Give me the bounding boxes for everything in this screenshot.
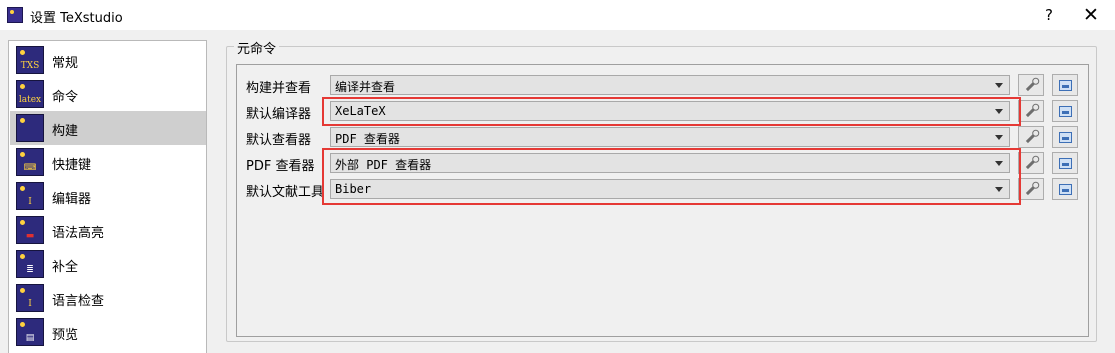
save-icon	[1059, 184, 1072, 195]
sidebar-item-label: 编辑器	[52, 192, 92, 207]
sidebar-item-label: 常规	[52, 56, 79, 71]
build-icon	[16, 114, 44, 142]
chevron-down-icon	[995, 83, 1003, 88]
sidebar-item-editor[interactable]: I 编辑器	[10, 179, 206, 213]
chevron-down-icon	[995, 161, 1003, 166]
default-bibliography-tool-select[interactable]: Biber	[330, 179, 1010, 199]
txs-icon: TXS	[16, 46, 44, 74]
language-check-icon: I	[16, 284, 44, 312]
save-icon	[1059, 106, 1072, 117]
wrench-icon	[1025, 105, 1038, 118]
sidebar-item-shortcuts[interactable]: ⌨ 快捷键	[10, 145, 206, 179]
sidebar-item-label: 语法高亮	[52, 226, 105, 241]
chevron-down-icon	[995, 187, 1003, 192]
save-pdf-viewer-button[interactable]	[1052, 152, 1078, 174]
wrench-icon	[1025, 183, 1038, 196]
syntax-highlight-icon: ▬	[16, 216, 44, 244]
help-button[interactable]: ?	[1036, 5, 1062, 25]
build-and-view-select[interactable]: 编译并查看	[330, 75, 1010, 95]
sidebar-item-label: 构建	[52, 124, 79, 139]
texstudio-app-icon	[7, 7, 23, 23]
sidebar-item-label: 补全	[52, 260, 79, 275]
save-icon	[1059, 158, 1072, 169]
save-icon	[1059, 80, 1072, 91]
sidebar-item-label: 命令	[52, 90, 79, 105]
pdf-viewer-select[interactable]: 外部 PDF 查看器	[330, 153, 1010, 173]
row-label-default-viewer: 默认查看器	[246, 133, 312, 148]
window-title: 设置 TeXstudio	[30, 11, 123, 26]
wrench-icon	[1025, 79, 1038, 92]
sidebar-item-commands[interactable]: latex 命令	[10, 77, 206, 111]
row-label-pdf-viewer: PDF 查看器	[246, 159, 315, 174]
sidebar-item-preview[interactable]: ▤ 预览	[10, 315, 206, 349]
save-default-compiler-button[interactable]	[1052, 100, 1078, 122]
latex-icon: latex	[16, 80, 44, 108]
wrench-icon	[1025, 157, 1038, 170]
chevron-down-icon	[995, 135, 1003, 140]
sidebar-item-completion[interactable]: ≣ 补全	[10, 247, 206, 281]
sidebar-item-label: 语言检查	[52, 294, 105, 309]
completion-icon: ≣	[16, 250, 44, 278]
close-button[interactable]: ✕	[1078, 4, 1104, 26]
default-compiler-select[interactable]: XeLaTeX	[330, 101, 1010, 121]
wrench-icon	[1025, 131, 1038, 144]
editor-cursor-icon: I	[16, 182, 44, 210]
sidebar-item-general[interactable]: TXS 常规	[10, 43, 206, 77]
title-bar: 设置 TeXstudio ? ✕	[0, 0, 1115, 30]
save-build-and-view-button[interactable]	[1052, 74, 1078, 96]
sidebar-item-syntax-highlight[interactable]: ▬ 语法高亮	[10, 213, 206, 247]
row-label-build-and-view: 构建并查看	[246, 81, 312, 96]
row-label-default-compiler: 默认编译器	[246, 107, 312, 122]
configure-default-viewer-button[interactable]	[1018, 126, 1044, 148]
sidebar-item-build[interactable]: 构建	[10, 111, 206, 145]
sidebar-item-label: 预览	[52, 328, 79, 343]
keyboard-icon: ⌨	[16, 148, 44, 176]
default-viewer-select[interactable]: PDF 查看器	[330, 127, 1010, 147]
preview-icon: ▤	[16, 318, 44, 346]
configure-bibliography-tool-button[interactable]	[1018, 178, 1044, 200]
save-default-viewer-button[interactable]	[1052, 126, 1078, 148]
settings-category-list[interactable]: TXS 常规 latex 命令 构建 ⌨ 快捷键 I 编辑器 ▬ 语法高亮 ≣ …	[8, 40, 207, 353]
save-icon	[1059, 132, 1072, 143]
sidebar-item-language-check[interactable]: I 语言检查	[10, 281, 206, 315]
save-bibliography-tool-button[interactable]	[1052, 178, 1078, 200]
row-label-default-bibliography-tool: 默认文献工具	[246, 185, 325, 200]
sidebar-item-label: 快捷键	[52, 158, 92, 173]
configure-default-compiler-button[interactable]	[1018, 100, 1044, 122]
configure-pdf-viewer-button[interactable]	[1018, 152, 1044, 174]
chevron-down-icon	[995, 109, 1003, 114]
configure-build-and-view-button[interactable]	[1018, 74, 1044, 96]
group-title: 元命令	[234, 38, 280, 57]
